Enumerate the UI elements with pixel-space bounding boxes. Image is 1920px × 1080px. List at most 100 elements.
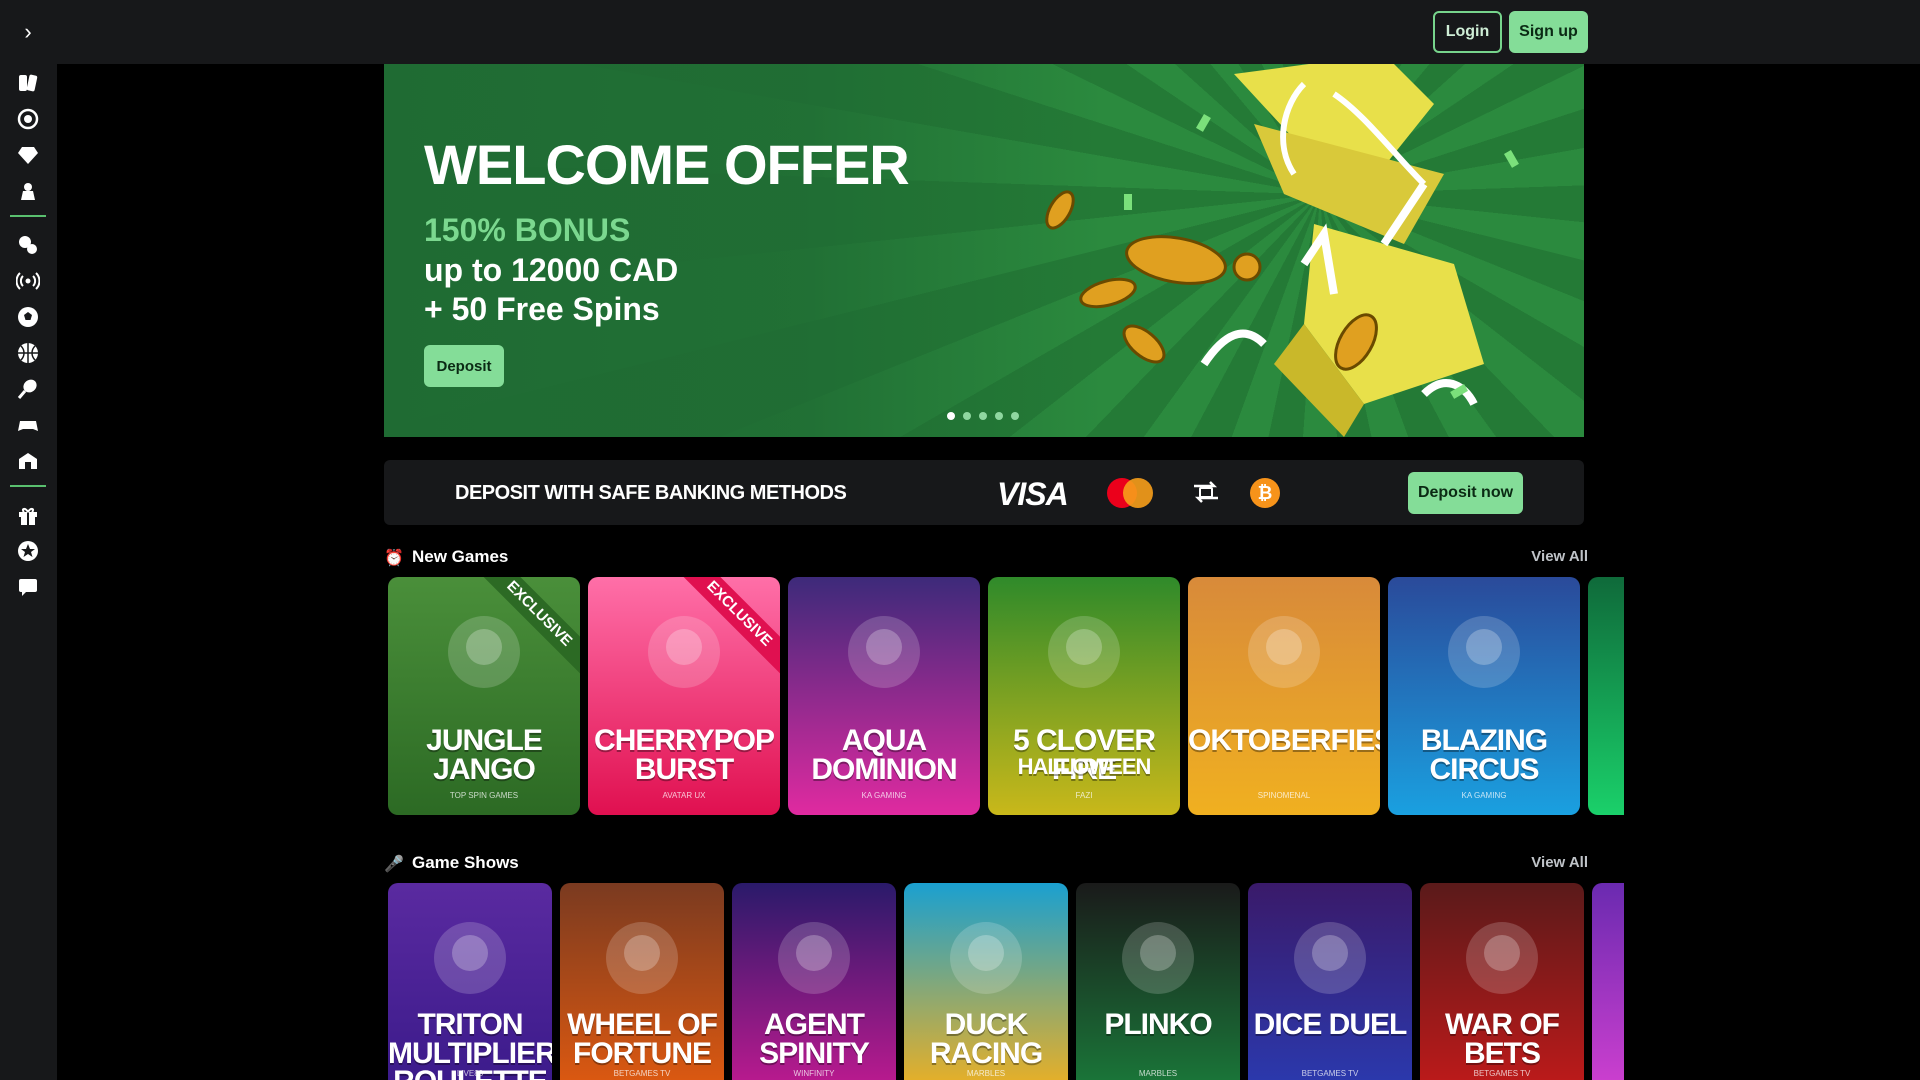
alarm-clock-icon: ⏰ [384,550,404,567]
game-title: Wheel of Fortune [567,1008,718,1070]
game-title: Agent Spinity [759,1008,870,1070]
star-icon[interactable] [14,537,42,565]
game-title: War of Bets [1445,1008,1560,1070]
game-card[interactable]: Aqua Dominion KA GAMING [788,577,980,815]
game-provider: MARBLES [1138,1069,1178,1078]
game-shows-header: 🎤 Game Shows View All [384,851,1624,879]
game-title: Ha [1588,727,1624,756]
game-title: Dice Duel [1253,1008,1408,1041]
diamond-icon[interactable] [14,141,42,169]
basketball-icon[interactable] [14,339,42,367]
mastercard-icon [1107,478,1153,508]
welcome-banner[interactable]: WELCOME OFFER 150% BONUS up to 12000 CAD… [384,64,1584,437]
bank-transfer-icon [1194,481,1218,503]
live-casino-icon[interactable] [14,105,42,133]
game-card[interactable]: Duck Racing MARBLES [904,883,1068,1080]
section-title: Game Shows [412,853,519,872]
game-card[interactable]: Oktoberfiesta SPINOMENAL [1188,577,1380,815]
support-chat-icon[interactable] [14,573,42,601]
new-games-row: EXCLUSIVE Jungle Jango TOP SPIN GAMES EXCLU… [388,577,1624,815]
game-card[interactable]: EXCLUSIVE Cherrypop Burst AVATAR UX [588,577,780,815]
carousel-dot[interactable] [963,412,971,420]
visa-logo: VISA [997,476,1069,512]
game-card[interactable]: Triton Multiplier RouletteLIVE88 [388,883,552,1080]
sidebar-divider [10,215,46,217]
login-button[interactable]: Login [1433,11,1502,53]
game-provider: BETGAMES TV [613,1069,671,1078]
game-shows-row: Triton Multiplier RouletteLIVE88Wheel of… [388,883,1624,1080]
banner-free-spins: + 50 Free Spins [424,291,660,327]
banking-methods-panel: DEPOSIT WITH SAFE BANKING METHODS VISA ₿… [384,460,1584,525]
slots-icon[interactable] [14,69,42,97]
game-card[interactable]: War of Bets BETGAMES TV [1420,883,1584,1080]
game-title: Oktoberfiesta [1188,724,1380,757]
bitcoin-icon: ₿ [1250,478,1280,508]
game-card[interactable]: Blazing Circus KA GAMING [1388,577,1580,815]
carousel-dot[interactable] [995,412,1003,420]
new-games-view-all-link[interactable]: View All [1531,548,1588,565]
game-artwork [988,577,1180,727]
game-provider: TOP SPIN GAMES [449,791,519,800]
sidebar [0,64,57,1080]
game-title: Aqua Dominion [811,724,957,786]
game-provider: SPINOMENAL [1257,791,1311,800]
game-provider: FAZI [1075,791,1093,800]
game-card[interactable]: Ha [1588,577,1624,815]
game-artwork [388,577,580,727]
game-card[interactable]: L [1592,883,1624,1080]
banner-amount: up to 12000 CAD [424,252,679,288]
game-provider: AVATAR UX [662,791,706,800]
carousel-dot[interactable] [1011,412,1019,420]
tennis-icon[interactable] [14,375,42,403]
game-card[interactable]: Wheel of Fortune BETGAMES TV [560,883,724,1080]
game-provider: MARBLES [966,1069,1006,1078]
game-artwork [788,577,980,727]
gift-icon[interactable] [14,501,42,529]
sidebar-divider [10,485,46,487]
jackpot-icon[interactable] [14,177,42,205]
game-artwork [1188,577,1380,727]
new-games-header: ⏰ New Games View All [384,545,1624,573]
carousel-dot[interactable] [947,412,955,420]
game-provider: KA GAMING [861,791,907,800]
carousel-dots [947,412,1019,420]
game-card[interactable]: 5 Clover Fire HALLOWEEN FAZI [988,577,1180,815]
signup-button[interactable]: Sign up [1509,11,1588,53]
deposit-now-button[interactable]: Deposit now [1408,472,1523,514]
game-provider: KA GAMING [1461,791,1507,800]
game-provider: BETGAMES TV [1473,1069,1531,1078]
banking-title: DEPOSIT WITH SAFE BANKING METHODS [455,482,847,504]
game-artwork [1388,577,1580,727]
banner-deposit-button[interactable]: Deposit [424,345,504,387]
banner-bonus: 150% BONUS [424,212,631,248]
game-title: L [1592,1011,1624,1040]
sports-icon[interactable] [14,231,42,259]
game-provider: BETGAMES TV [1301,1069,1359,1078]
game-provider: LIVE88 [456,1069,484,1078]
gift-box-illustration [1045,64,1519,437]
virtual-stadium-icon[interactable] [14,447,42,475]
soccer-icon[interactable] [14,303,42,331]
game-shows-view-all-link[interactable]: View All [1531,854,1588,871]
microphone-icon: 🎤 [384,856,404,873]
top-bar: › Login Sign up [0,0,1920,64]
banner-title: WELCOME OFFER [424,133,910,196]
section-title: New Games [412,547,509,566]
game-title: Jungle Jango [426,724,543,786]
game-subtitle: HALLOWEEN [1017,754,1152,779]
game-title: Duck Racing [929,1008,1043,1070]
expand-sidebar-icon[interactable]: › [14,18,42,46]
game-card[interactable]: Agent Spinity WINFINITY [732,883,896,1080]
carousel-dot[interactable] [979,412,987,420]
game-title: Blazing Circus [1420,724,1548,786]
game-title: Cherrypop Burst [594,724,775,786]
game-artwork [588,577,780,727]
esports-gamepad-icon[interactable] [14,411,42,439]
game-card[interactable]: Dice Duel BETGAMES TV [1248,883,1412,1080]
game-card[interactable]: EXCLUSIVE Jungle Jango TOP SPIN GAMES [388,577,580,815]
game-title: Plinko [1104,1008,1212,1041]
game-card[interactable]: Plinko MARBLES [1076,883,1240,1080]
live-broadcast-icon[interactable] [14,267,42,295]
game-artwork [1588,577,1624,727]
game-provider: WINFINITY [793,1069,835,1078]
